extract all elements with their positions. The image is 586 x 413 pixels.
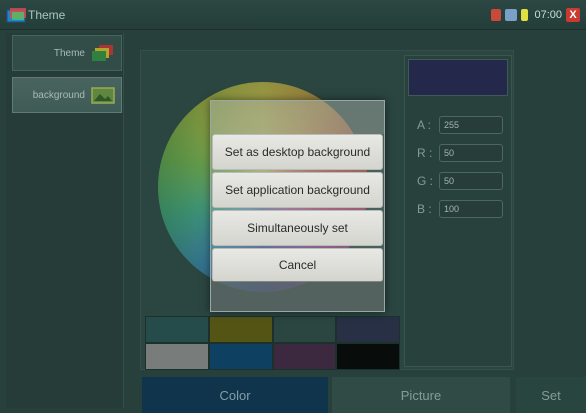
set-background-dialog: Set as desktop background Set applicatio… bbox=[210, 100, 385, 312]
simultaneously-set-button[interactable]: Simultaneously set bbox=[212, 210, 383, 246]
battery-level-icon bbox=[521, 9, 529, 21]
wifi-icon bbox=[505, 9, 518, 21]
cancel-button[interactable]: Cancel bbox=[212, 248, 383, 282]
theme-app-icon bbox=[6, 8, 26, 23]
status-area: 07:00 X bbox=[491, 6, 580, 24]
title-bar: Theme 07:00 X bbox=[0, 0, 586, 30]
close-icon[interactable]: X bbox=[566, 8, 580, 22]
app-title: Theme bbox=[28, 8, 66, 22]
battery-icon bbox=[491, 9, 502, 21]
set-desktop-background-button[interactable]: Set as desktop background bbox=[212, 134, 383, 170]
clock: 07:00 bbox=[534, 9, 562, 21]
set-application-background-button[interactable]: Set application background bbox=[212, 172, 383, 208]
